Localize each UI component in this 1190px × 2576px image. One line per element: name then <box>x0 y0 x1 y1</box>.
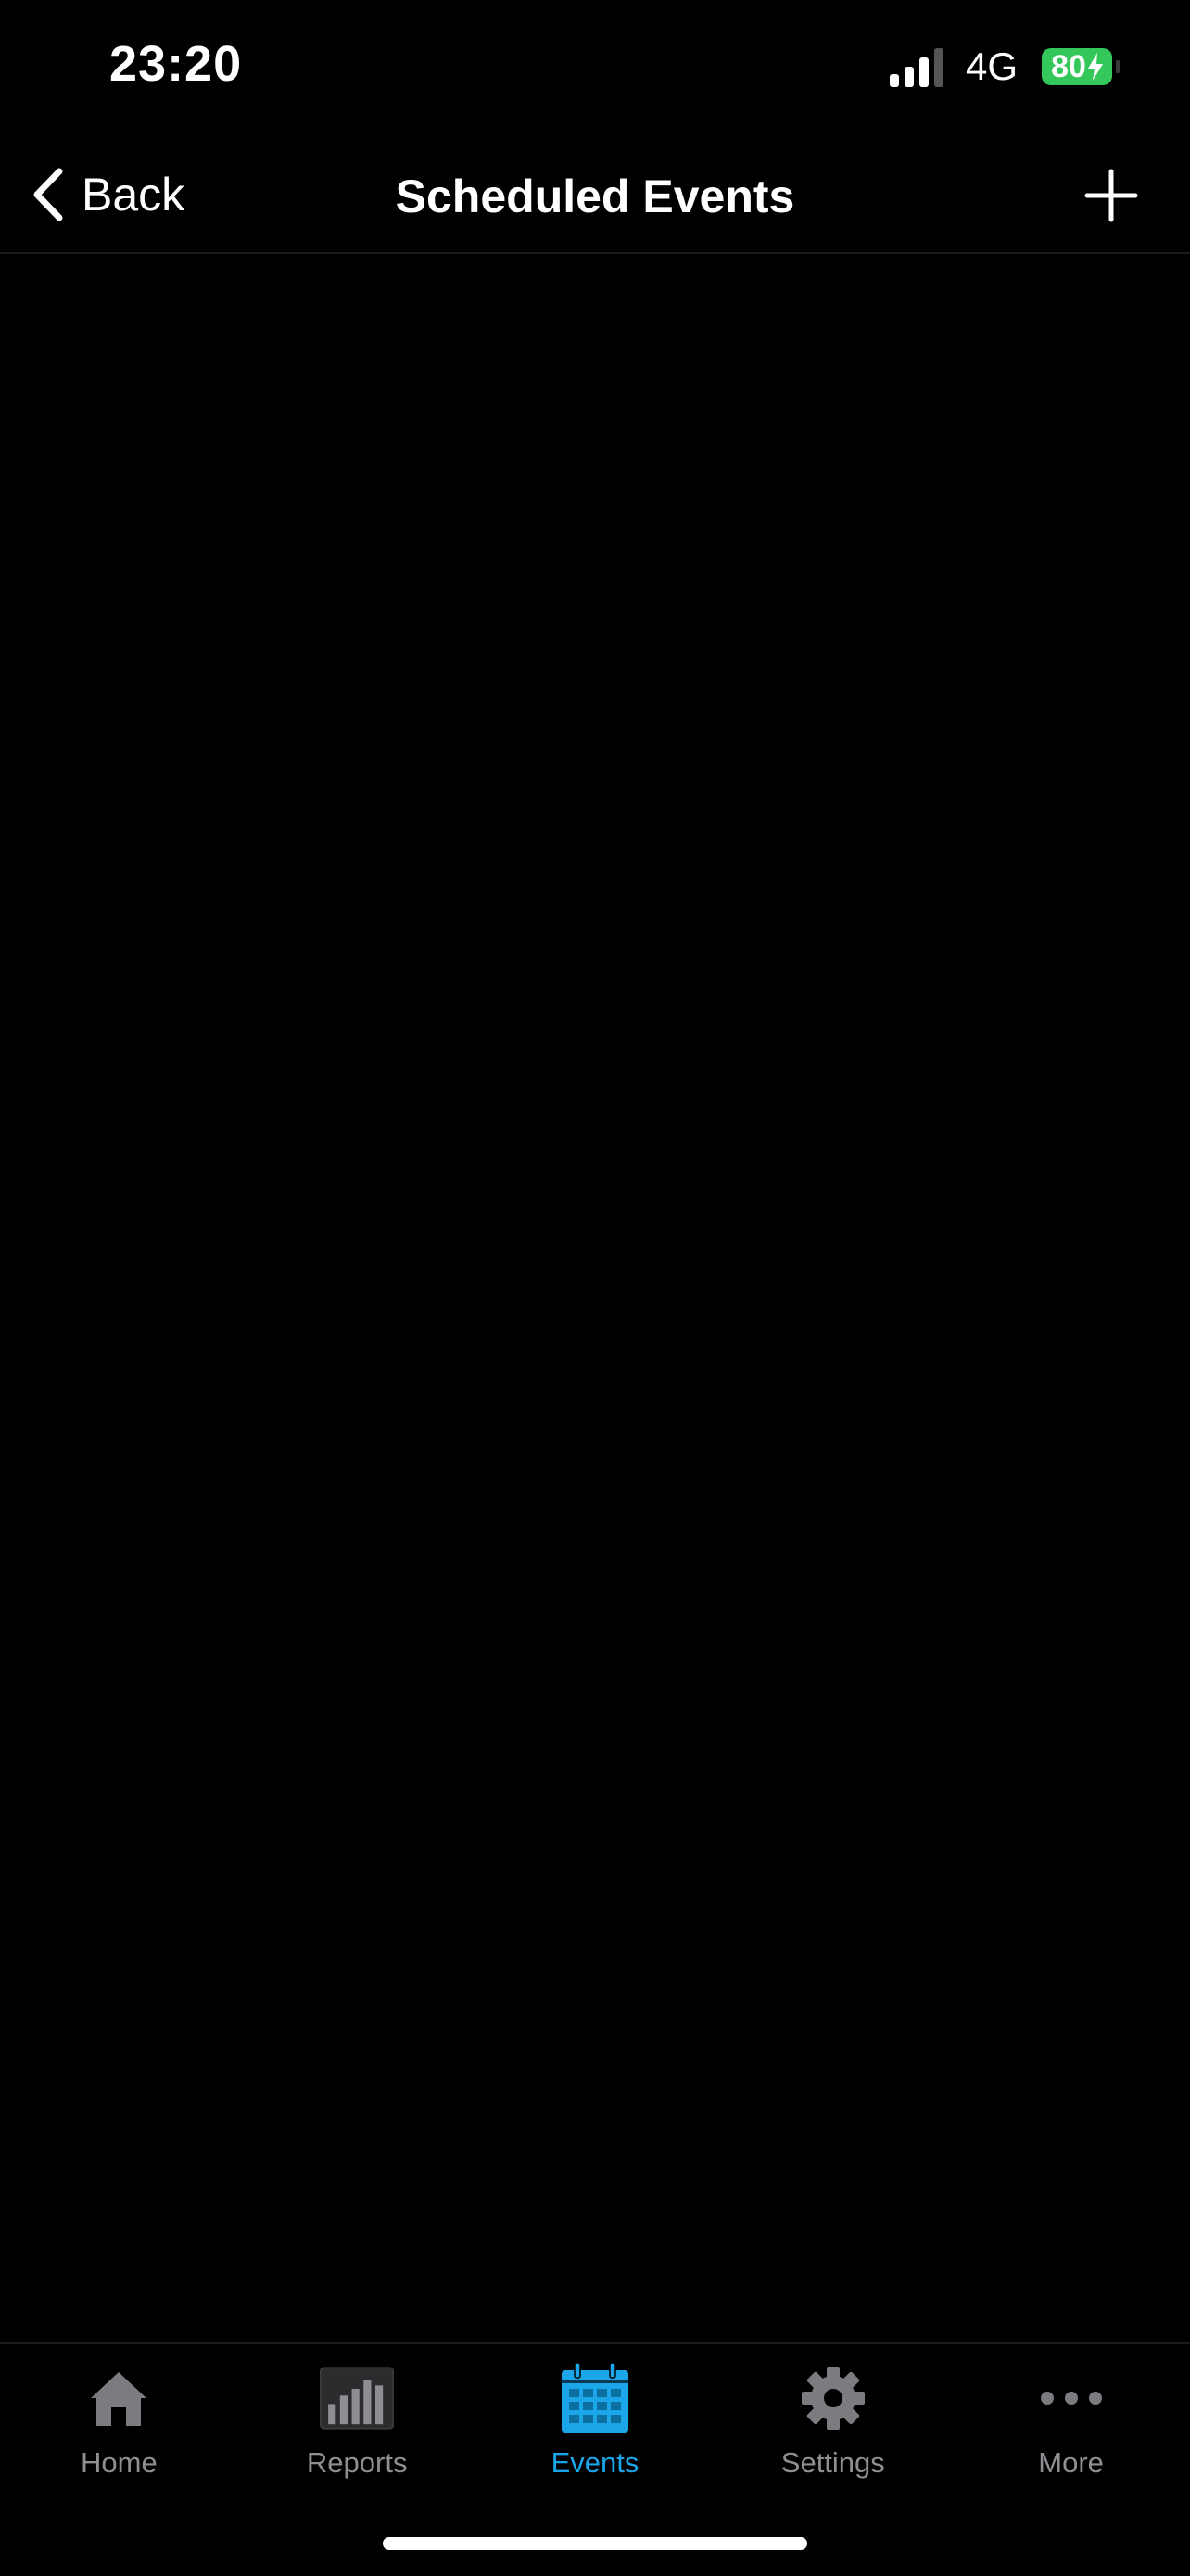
status-time: 23:20 <box>109 36 243 92</box>
charging-bolt-icon <box>1087 53 1103 81</box>
status-indicators: 4G 80 <box>889 43 1120 91</box>
tab-home[interactable]: Home <box>0 2344 238 2493</box>
add-event-button[interactable] <box>1079 163 1144 228</box>
reports-chart-icon <box>320 2361 395 2435</box>
network-type: 4G <box>965 44 1018 88</box>
more-dots-icon <box>1034 2361 1108 2435</box>
status-bar: 23:20 4G 80 <box>0 0 1190 139</box>
tab-label-settings: Settings <box>780 2446 885 2479</box>
home-icon <box>82 2361 156 2435</box>
tab-label-home: Home <box>81 2446 158 2479</box>
gear-icon <box>796 2361 870 2435</box>
home-indicator[interactable] <box>383 2537 807 2550</box>
events-list-area <box>0 254 1190 2342</box>
calendar-icon <box>558 2361 632 2435</box>
tab-label-events: Events <box>551 2446 639 2479</box>
battery-icon: 80 <box>1042 48 1120 85</box>
tab-label-more: More <box>1038 2446 1104 2479</box>
page-title: Scheduled Events <box>395 170 795 222</box>
navigation-bar: Back Scheduled Events <box>0 139 1190 254</box>
tab-settings[interactable]: Settings <box>714 2344 952 2493</box>
tab-reports[interactable]: Reports <box>238 2344 476 2493</box>
tab-more[interactable]: More <box>952 2344 1190 2493</box>
battery-cap <box>1116 60 1120 73</box>
tab-events[interactable]: Events <box>476 2344 715 2493</box>
battery-level: 80 <box>1051 49 1086 84</box>
signal-strength-icon <box>889 46 943 87</box>
tab-label-reports: Reports <box>306 2446 408 2479</box>
plus-icon <box>1084 169 1138 222</box>
